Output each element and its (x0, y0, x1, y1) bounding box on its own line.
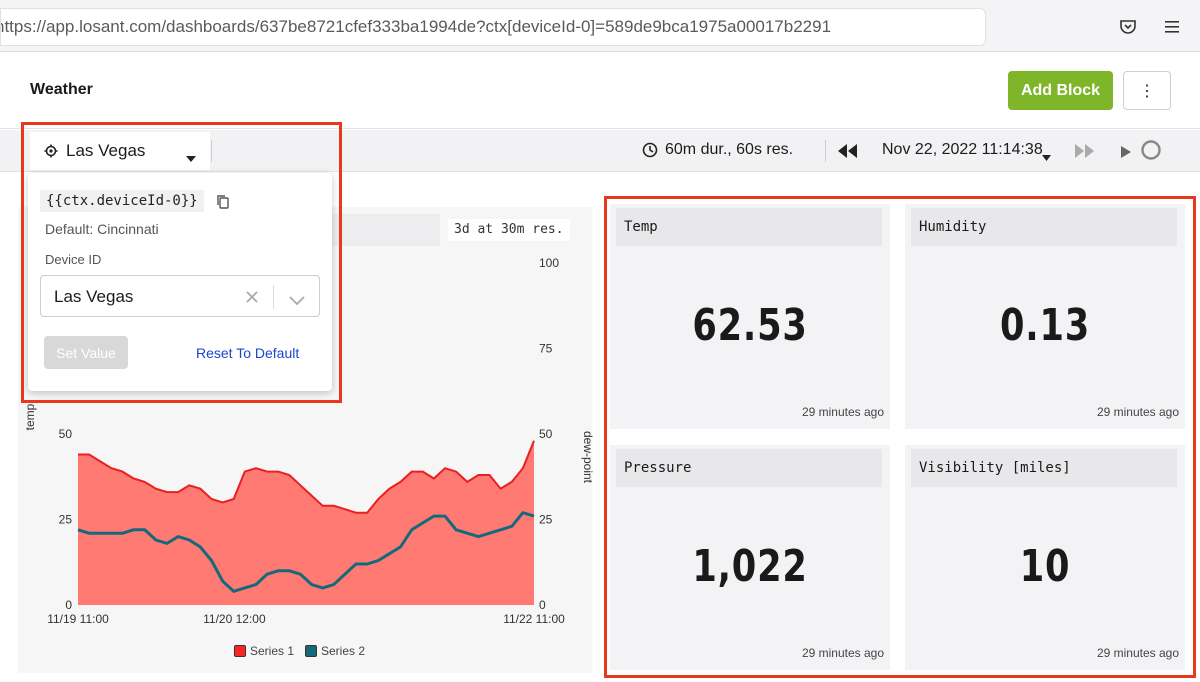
play-icon[interactable] (1121, 145, 1131, 163)
highlight-box-context (21, 122, 342, 403)
y-left-tick-label: 50 (59, 427, 73, 441)
dashboard-header: Weather Add Block ⋮ (0, 53, 1200, 129)
toolbar-divider (825, 140, 826, 162)
caret-down-icon (1042, 148, 1051, 166)
highlight-box-tiles (604, 196, 1196, 678)
date-label: Nov 22, 2022 11:14:38 (882, 141, 1043, 158)
legend-label: Series 1 (250, 644, 295, 658)
refresh-spinner-icon[interactable] (1140, 139, 1162, 166)
duration-selector[interactable]: 60m dur., 60s res. (642, 130, 812, 172)
vertical-dots-icon: ⋮ (1139, 82, 1155, 100)
y-right-tick-label: 25 (539, 513, 553, 527)
add-block-button[interactable]: Add Block (1008, 71, 1113, 110)
rewind-icon[interactable] (838, 144, 858, 163)
y-left-tick-label: 0 (65, 598, 72, 612)
duration-label: 60m dur., 60s res. (665, 141, 794, 158)
pocket-icon[interactable] (1115, 14, 1141, 40)
legend-item-series-1[interactable]: Series 1 (234, 644, 294, 658)
y-left-axis-label: temp (23, 403, 37, 430)
y-right-axis-label: dew-point (581, 431, 595, 484)
x-tick-label: 11/22 11:00 (503, 612, 565, 626)
y-right-tick-label: 75 (539, 342, 553, 356)
legend-item-series-2[interactable]: Series 2 (305, 644, 365, 658)
more-options-button[interactable]: ⋮ (1123, 71, 1171, 110)
series-1-swatch (234, 645, 246, 657)
x-tick-label: 11/20 12:00 (203, 612, 266, 626)
url-field[interactable]: https://app.losant.com/dashboards/637be8… (0, 8, 986, 46)
y-right-tick-label: 100 (539, 256, 559, 270)
clock-icon (642, 142, 658, 163)
y-right-tick-label: 50 (539, 427, 553, 441)
fast-forward-icon (1074, 144, 1094, 163)
browser-toolbar: https://app.losant.com/dashboards/637be8… (0, 0, 1200, 52)
x-tick-label: 11/19 11:00 (47, 612, 109, 626)
date-selector[interactable]: Nov 22, 2022 11:14:38 (880, 130, 1055, 172)
hamburger-menu-icon[interactable] (1159, 14, 1185, 40)
url-text: https://app.losant.com/dashboards/637be8… (0, 17, 832, 36)
y-right-tick-label: 0 (539, 598, 546, 612)
page-title: Weather (30, 81, 93, 98)
series-2-swatch (305, 645, 317, 657)
y-left-tick-label: 25 (59, 513, 73, 527)
legend-label: Series 2 (321, 644, 366, 658)
